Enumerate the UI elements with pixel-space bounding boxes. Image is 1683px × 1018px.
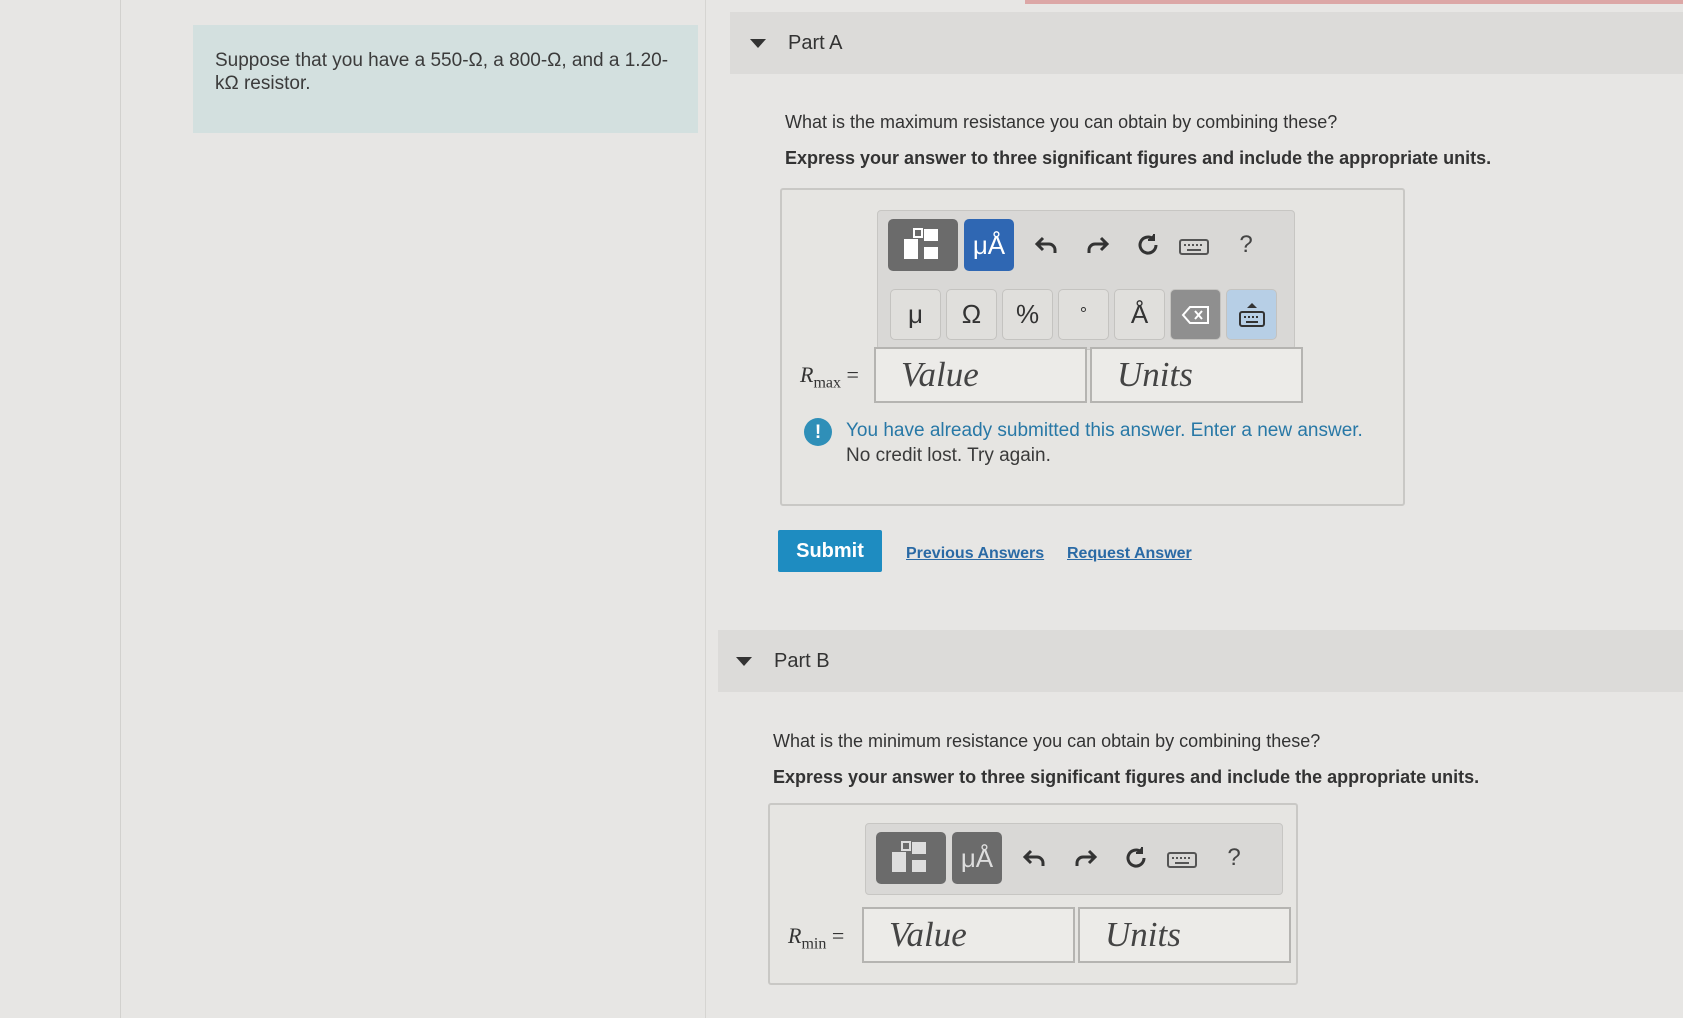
redo-icon[interactable] xyxy=(1068,840,1104,876)
alert-icon: ! xyxy=(804,418,832,446)
previous-answers-link[interactable]: Previous Answers xyxy=(906,545,1044,563)
part-b-header[interactable]: Part B xyxy=(718,630,1683,692)
templates-icon xyxy=(892,841,926,872)
redo-icon[interactable] xyxy=(1080,227,1116,263)
part-b-toolbar: μÅ ? xyxy=(865,823,1283,895)
units-input[interactable]: Units xyxy=(1090,347,1303,403)
value-input[interactable]: Value xyxy=(874,347,1087,403)
help-button[interactable]: ? xyxy=(1216,840,1252,876)
templates-button[interactable] xyxy=(888,219,958,271)
submit-button[interactable]: Submit xyxy=(778,530,882,572)
part-a-toolbar: μÅ ? μ Ω % ° Å xyxy=(877,210,1295,350)
templates-button[interactable] xyxy=(876,832,946,884)
key-mu[interactable]: μ xyxy=(890,289,941,340)
resubmit-warning: ! You have already submitted this answer… xyxy=(804,418,1363,468)
warning-line-1: You have already submitted this answer. … xyxy=(846,420,1363,441)
problem-text: Suppose that you have a 550-Ω, a 800-Ω, … xyxy=(215,50,669,94)
part-b-instruction: Express your answer to three significant… xyxy=(773,767,1480,787)
part-a-instruction: Express your answer to three significant… xyxy=(785,148,1492,168)
units-button[interactable]: μÅ xyxy=(952,832,1002,884)
caret-down-icon[interactable] xyxy=(750,38,766,48)
top-accent-bar xyxy=(1025,0,1683,4)
part-b-question: What is the minimum resistance you can o… xyxy=(773,731,1321,751)
key-ohm[interactable]: Ω xyxy=(946,289,997,340)
warning-line-2: No credit lost. Try again. xyxy=(846,445,1051,466)
request-answer-link[interactable]: Request Answer xyxy=(1067,545,1192,563)
help-button[interactable]: ? xyxy=(1228,227,1264,263)
left-divider xyxy=(120,0,121,1018)
undo-icon[interactable] xyxy=(1028,227,1064,263)
caret-down-icon[interactable] xyxy=(736,656,752,666)
units-input[interactable]: Units xyxy=(1078,907,1291,963)
problem-statement: Suppose that you have a 550-Ω, a 800-Ω, … xyxy=(193,25,698,133)
part-a-answer-box: μÅ ? μ Ω % ° Å Rmax = Value Units ! You … xyxy=(780,188,1405,506)
keyboard-icon[interactable] xyxy=(1176,229,1212,265)
part-a-header[interactable]: Part A xyxy=(730,12,1683,74)
column-divider xyxy=(705,0,706,1018)
part-a-title: Part A xyxy=(788,31,843,54)
backspace-button[interactable] xyxy=(1170,289,1221,340)
templates-icon xyxy=(904,228,938,259)
key-percent[interactable]: % xyxy=(1002,289,1053,340)
keyboard-up-icon xyxy=(1238,302,1265,327)
r-min-label: Rmin = xyxy=(788,923,845,953)
value-input[interactable]: Value xyxy=(862,907,1075,963)
r-max-label: Rmax = xyxy=(800,362,859,392)
keyboard-toggle-button[interactable] xyxy=(1226,289,1277,340)
key-degree[interactable]: ° xyxy=(1058,289,1109,340)
keyboard-icon[interactable] xyxy=(1164,842,1200,878)
part-a-question: What is the maximum resistance you can o… xyxy=(785,112,1338,132)
part-b-answer-box: μÅ ? Rmin = Value Units xyxy=(768,803,1298,985)
reset-icon[interactable] xyxy=(1130,227,1166,263)
key-angstrom[interactable]: Å xyxy=(1114,289,1165,340)
part-b-title: Part B xyxy=(774,649,830,672)
reset-icon[interactable] xyxy=(1118,840,1154,876)
undo-icon[interactable] xyxy=(1016,840,1052,876)
backspace-icon xyxy=(1181,305,1209,324)
units-button[interactable]: μÅ xyxy=(964,219,1014,271)
